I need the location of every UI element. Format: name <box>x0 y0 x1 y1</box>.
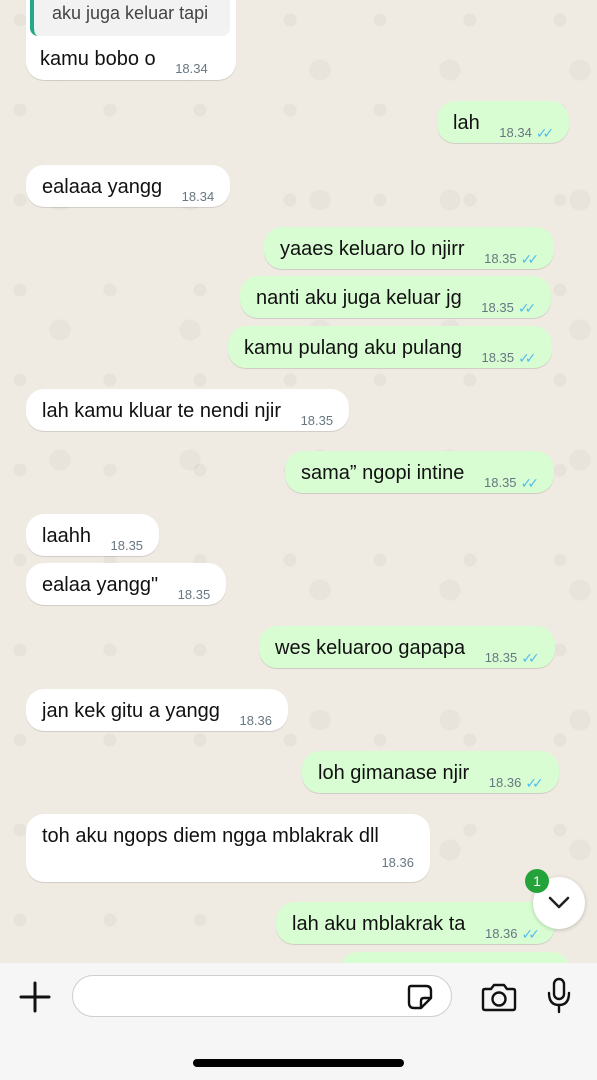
message-text: laahh <box>42 525 91 547</box>
message-text: sama” ngopi intine <box>301 462 465 484</box>
message-text: wes keluaroo gapapa <box>275 637 466 659</box>
message-text: toh aku ngops diem ngga mblakrak dll <box>42 825 379 847</box>
message-meta: 18.35 ✓✓ <box>484 470 540 496</box>
message-time: 18.35 <box>481 350 515 365</box>
message-time: 18.36 <box>239 713 273 728</box>
message-text: lah <box>453 112 480 134</box>
message-outgoing[interactable]: kamu pulang aku pulang 18.35 ✓✓ <box>228 326 552 368</box>
message-text: lah kamu kluar te nendi njir <box>42 400 282 422</box>
reply-quote-text: aku juga keluar tapi <box>52 3 209 23</box>
message-incoming[interactable]: lah kamu kluar te nendi njir 18.35 <box>26 389 350 434</box>
sticker-button[interactable] <box>406 983 434 1011</box>
message-time: 18.36 <box>484 926 518 941</box>
message-meta: 18.35 <box>111 533 144 559</box>
message-text: loh gimanase njir <box>318 762 470 784</box>
message-meta: 18.34 ✓✓ <box>499 120 555 146</box>
message-outgoing[interactable]: wes keluaroo gapapa 18.35 ✓✓ <box>259 626 555 668</box>
home-indicator[interactable] <box>193 1059 404 1067</box>
unread-count-badge: 1 <box>525 869 549 893</box>
message-time: 18.35 <box>484 650 518 665</box>
double-check-icon: ✓✓ <box>520 251 540 267</box>
message-text: ealaa yangg" <box>42 574 159 596</box>
message-text: ealaaa yangg <box>42 176 163 198</box>
message-time: 18.34 <box>175 61 208 76</box>
message-time: 18.35 <box>300 413 334 428</box>
double-check-icon: ✓✓ <box>535 125 555 141</box>
message-text: kamu pulang aku pulang <box>244 337 462 359</box>
message-time: 18.36 <box>488 775 522 790</box>
reply-quote[interactable]: aku juga keluar tapi <box>30 0 230 36</box>
message-meta: 18.35 ✓✓ <box>484 645 540 671</box>
camera-icon <box>481 983 517 1012</box>
double-check-icon: ✓✓ <box>521 926 541 942</box>
message-meta: 18.36 ✓✓ <box>488 770 544 796</box>
message-text: nanti aku juga keluar jg <box>256 287 462 309</box>
double-check-icon: ✓✓ <box>525 775 544 791</box>
message-input[interactable] <box>72 975 452 1017</box>
double-check-icon: ✓✓ <box>517 300 537 316</box>
message-text: kamu bobo o <box>40 48 156 70</box>
message-incoming[interactable]: ealaaa yangg 18.34 <box>26 165 231 210</box>
double-check-icon: ✓✓ <box>518 350 537 366</box>
message-meta: 18.34 <box>175 56 208 82</box>
sticker-icon <box>407 984 433 1010</box>
double-check-icon: ✓✓ <box>521 650 540 666</box>
message-incoming[interactable]: ealaa yangg" 18.35 <box>26 563 227 608</box>
message-incoming[interactable]: laahh 18.35 <box>26 514 160 559</box>
message-outgoing[interactable]: yaaes keluaro lo njirr 18.35 ✓✓ <box>264 227 555 272</box>
message-time: 18.35 <box>110 538 144 553</box>
message-time: 18.35 <box>484 251 517 266</box>
chevron-down-icon <box>548 896 570 909</box>
message-time: 18.36 <box>381 855 414 870</box>
message-text: jan kek gitu a yangg <box>42 700 220 722</box>
message-meta: 18.35 <box>178 582 211 608</box>
message-outgoing[interactable]: sama” ngopi intine 18.35 ✓✓ <box>285 451 555 496</box>
message-meta: 18.35 ✓✓ <box>484 246 540 272</box>
message-time: 18.34 <box>499 125 532 140</box>
message-time: 18.35 <box>484 475 517 490</box>
message-meta: 18.34 <box>182 184 215 210</box>
camera-button[interactable] <box>481 981 517 1013</box>
message-text: yaaes keluaro lo njirr <box>280 238 465 260</box>
message-meta: 18.36 ✓✓ <box>484 921 541 947</box>
message-meta: 18.36 <box>381 850 414 876</box>
message-outgoing[interactable]: nanti aku juga keluar jg 18.35 ✓✓ <box>240 276 552 321</box>
message-time: 18.35 <box>481 300 514 315</box>
message-incoming[interactable]: toh aku ngops diem ngga mblakrak dll 18.… <box>26 814 430 882</box>
plus-icon <box>19 981 51 1013</box>
message-outgoing[interactable]: lah aku mblakrak ta 18.36 ✓✓ <box>276 902 555 944</box>
message-meta: 18.35 ✓✓ <box>481 295 537 321</box>
message-outgoing[interactable]: loh gimanase njir 18.36 ✓✓ <box>302 751 559 793</box>
message-meta: 18.35 ✓✓ <box>481 345 537 371</box>
message-text: lah aku mblakrak ta <box>292 913 466 935</box>
microphone-button[interactable] <box>546 977 572 1015</box>
chat-list[interactable]: aku juga keluar tapi kamu bobo o 18.34 l… <box>0 0 597 965</box>
message-incoming[interactable]: aku juga keluar tapi kamu bobo o 18.34 <box>26 0 236 80</box>
microphone-icon <box>547 977 571 1014</box>
message-time: 18.34 <box>181 189 215 204</box>
message-time: 18.35 <box>177 587 211 602</box>
double-check-icon: ✓✓ <box>520 475 540 491</box>
message-meta: 18.36 <box>239 708 272 734</box>
message-meta: 18.35 <box>301 408 334 434</box>
message-incoming[interactable]: jan kek gitu a yangg 18.36 <box>26 689 289 734</box>
message-outgoing[interactable]: lah 18.34 ✓✓ <box>437 101 570 146</box>
attach-button[interactable] <box>16 978 54 1016</box>
